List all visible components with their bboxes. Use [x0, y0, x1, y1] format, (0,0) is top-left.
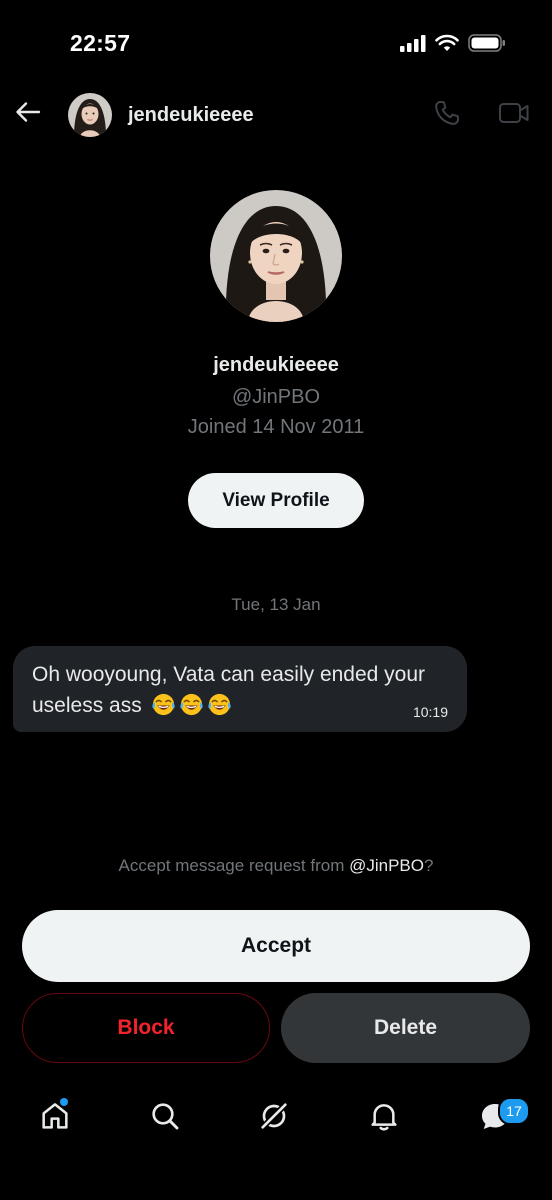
nav-notifications[interactable] [362, 1096, 406, 1140]
tears-of-joy-emoji-icon [179, 693, 203, 716]
tears-of-joy-emoji-icon [151, 693, 175, 716]
wifi-icon [435, 34, 459, 57]
profile-handle: @JinPBO [231, 386, 321, 408]
message-time: 10:19 [412, 704, 448, 720]
status-icons [400, 34, 506, 57]
back-arrow-icon [15, 101, 41, 128]
nav-grok[interactable] [252, 1096, 296, 1140]
request-prompt-prefix: Accept message request from [118, 856, 350, 875]
request-prompt-suffix: ? [423, 856, 434, 875]
tears-of-joy-emoji-icon [207, 693, 231, 716]
header-username[interactable]: jendeukieeee [128, 104, 254, 127]
video-camera-icon [498, 100, 530, 131]
request-prompt: Accept message request from @JinPBO? [0, 856, 552, 876]
signal-icon [400, 34, 426, 57]
battery-icon [468, 34, 506, 57]
nav-search[interactable] [143, 1096, 187, 1140]
profile-joined-date: Joined 14 Nov 2011 [187, 416, 365, 438]
message-text-container: Oh wooyoung, Vata can easily ended your … [32, 659, 462, 721]
delete-button[interactable]: Delete [281, 993, 530, 1063]
nav-home[interactable] [33, 1096, 77, 1140]
search-icon [149, 1100, 181, 1137]
messages-badge: 17 [498, 1097, 530, 1125]
phone-icon [433, 99, 461, 132]
date-separator: Tue, 13 Jan [231, 595, 321, 614]
message-bubble[interactable]: Oh wooyoung, Vata can easily ended your … [13, 646, 467, 732]
notifications-icon [368, 1100, 400, 1137]
status-time: 22:57 [70, 30, 131, 56]
call-button[interactable] [430, 98, 464, 132]
profile-name: jendeukieeee [213, 354, 339, 376]
profile-avatar[interactable] [210, 190, 342, 322]
emoji-group [142, 693, 232, 717]
avatar[interactable] [68, 93, 112, 137]
back-button[interactable] [10, 96, 46, 132]
block-button[interactable]: Block [22, 993, 270, 1063]
view-profile-button[interactable]: View Profile [188, 473, 364, 528]
grok-icon [258, 1100, 290, 1137]
home-notification-dot [60, 1098, 68, 1106]
request-prompt-handle: @JinPBO [349, 856, 424, 875]
accept-button[interactable]: Accept [22, 910, 530, 982]
video-call-button[interactable] [494, 98, 534, 132]
